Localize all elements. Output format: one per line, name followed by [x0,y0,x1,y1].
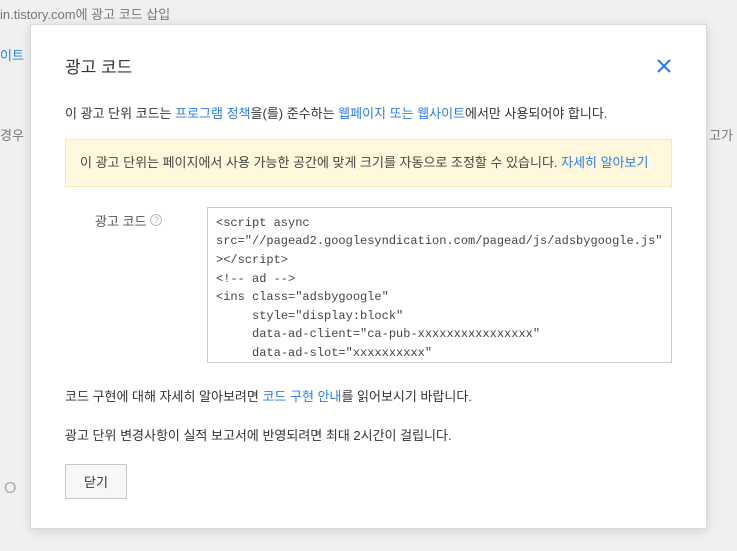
code-label-text: 광고 코드 [95,211,146,230]
policy-mid: 을(를) 준수하는 [251,106,339,121]
code-section: 광고 코드 ? [65,207,672,363]
webpage-link[interactable]: 웹페이지 또는 웹사이트 [338,106,465,121]
close-button[interactable]: 닫기 [65,464,127,499]
modal-header: 광고 코드 [65,53,672,78]
impl-suffix: 를 읽어보시기 바랍니다. [341,389,471,404]
background-text: O [4,480,16,498]
background-text: 이트 [0,45,24,64]
impl-prefix: 코드 구현에 대해 자세히 알아보려면 [65,389,262,404]
ad-code-modal: 광고 코드 이 광고 단위 코드는 프로그램 정책을(를) 준수하는 웹페이지 … [30,24,707,529]
background-text: 경우 [0,125,24,144]
notice-text: 이 광고 단위는 페이지에서 사용 가능한 공간에 맞게 크기를 자동으로 조정… [80,155,561,170]
code-label: 광고 코드 ? [95,207,207,230]
policy-suffix: 에서만 사용되어야 합니다. [465,106,607,121]
modal-title: 광고 코드 [65,53,132,78]
implementation-guide-link[interactable]: 코드 구현 안내 [262,389,341,404]
implementation-info: 코드 구현에 대해 자세히 알아보려면 코드 구현 안내를 읽어보시기 바랍니다… [65,387,672,408]
background-text: in.tistory.com에 광고 코드 삽입 [0,4,170,23]
ad-code-textarea[interactable] [207,207,672,363]
delay-note: 광고 단위 변경사항이 실적 보고서에 반영되려면 최대 2시간이 걸립니다. [65,426,672,447]
policy-statement: 이 광고 단위 코드는 프로그램 정책을(를) 준수하는 웹페이지 또는 웹사이… [65,104,672,125]
help-icon[interactable]: ? [150,214,162,226]
close-icon[interactable] [656,58,672,74]
notice-box: 이 광고 단위는 페이지에서 사용 가능한 공간에 맞게 크기를 자동으로 조정… [65,139,672,187]
learn-more-link[interactable]: 자세히 알아보기 [561,155,648,170]
policy-prefix: 이 광고 단위 코드는 [65,106,175,121]
program-policy-link[interactable]: 프로그램 정책 [175,106,250,121]
background-text: 고가 [709,125,733,144]
